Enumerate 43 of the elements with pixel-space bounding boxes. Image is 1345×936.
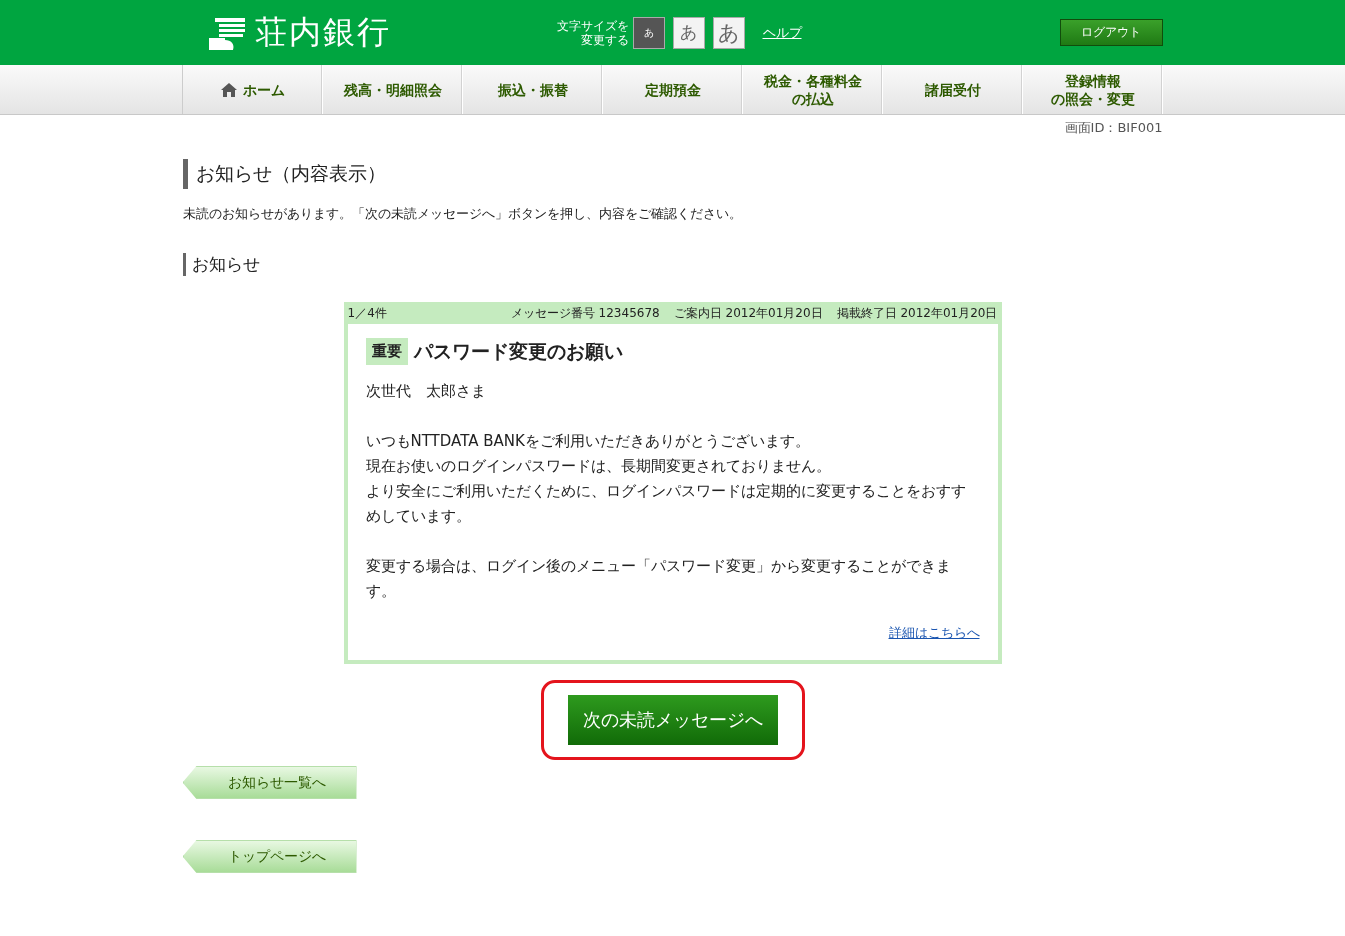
nav-label: の照会・変更	[1050, 89, 1135, 108]
nav-tab[interactable]: 定期預金	[603, 65, 743, 114]
bank-logo: 荘内銀行	[254, 11, 391, 53]
back-button[interactable]: お知らせ一覧へ	[182, 766, 357, 799]
section-title: お知らせ	[182, 253, 1163, 276]
nav-label: ホーム	[242, 80, 285, 99]
nav-tab[interactable]: 諸届受付	[883, 65, 1023, 114]
message-text: 変更する場合は、ログイン後のメニュー「パスワード変更」から変更することができます。	[365, 556, 952, 602]
next-unread-button[interactable]: 次の未読メッセージへ	[567, 695, 778, 745]
logout-button[interactable]: ログアウト	[1059, 19, 1163, 46]
notice-date: ご案内日 2012年01月20日	[673, 304, 823, 322]
nav-label: 定期預金	[644, 80, 701, 99]
nav-label: 登録情報	[1064, 71, 1121, 90]
font-size-button[interactable]: あ	[672, 16, 705, 49]
home-icon	[220, 82, 237, 97]
font-size-button[interactable]: あ	[632, 16, 665, 49]
nav-label: 諸届受付	[924, 80, 981, 99]
nav-label: 振込・振替	[497, 80, 568, 99]
nav-tab[interactable]: 残高・明細照会	[323, 65, 463, 114]
font-size-button[interactable]: あ	[712, 16, 745, 49]
screen-id: 画面ID：BIF001	[1063, 119, 1163, 137]
font-size-label: 変更する	[580, 32, 629, 47]
nav-label: 税金・各種料金	[763, 71, 862, 90]
message-text: 次世代 太郎さま	[365, 381, 487, 402]
font-size-label: 文字サイズを	[556, 18, 629, 33]
page-title: お知らせ（内容表示）	[182, 159, 1163, 189]
nav-tab[interactable]: 税金・各種料金 の払込	[743, 65, 883, 114]
nav-label: の払込	[791, 89, 834, 108]
message-title: パスワード変更のお願い	[413, 338, 623, 364]
important-tag: 重要	[365, 338, 408, 365]
nav-tab[interactable]: 登録情報 の照会・変更	[1023, 65, 1163, 114]
intro-text: 未読のお知らせがあります。「次の未読メッセージへ」ボタンを押し、内容をご確認ください。	[182, 205, 743, 223]
message-text: より安全にご利用いただくために、ログインパスワードは定期的に変更することをおすすめしています。	[365, 481, 967, 527]
message-text: いつもNTTDATA BANKをご利用いただきありがとうございます。	[365, 431, 811, 452]
nav-label: 残高・明細照会	[343, 80, 442, 99]
back-button[interactable]: トップページへ	[182, 840, 357, 873]
details-link[interactable]: 詳細はこちらへ	[888, 625, 980, 640]
nav-tab[interactable]: ホーム	[183, 65, 323, 114]
message-number: メッセージ番号 12345678	[510, 304, 660, 322]
message-text: 現在お使いのログインパスワードは、長期間変更されておりません。	[365, 456, 832, 477]
end-date: 掲載終了日 2012年01月20日	[836, 304, 998, 322]
message-count: 1／4件	[347, 304, 387, 322]
nav-tab[interactable]: 振込・振替	[463, 65, 603, 114]
